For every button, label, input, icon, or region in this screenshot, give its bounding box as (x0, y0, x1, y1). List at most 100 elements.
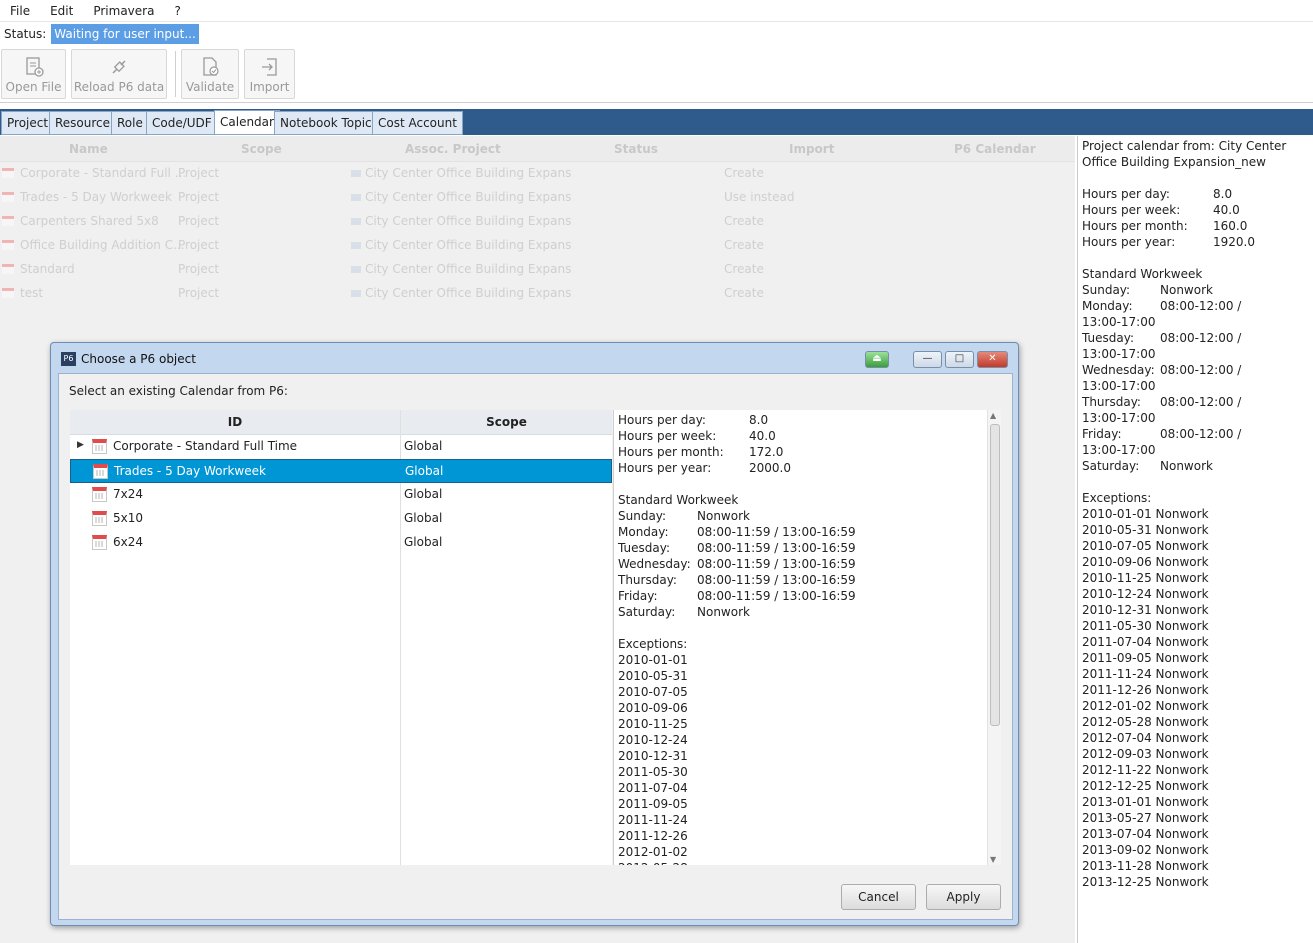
choose-p6-object-dialog: P6 Choose a P6 object ⏏ — □ ✕ Select an … (50, 342, 1019, 926)
menu-primavera[interactable]: Primavera (83, 4, 164, 18)
exception-item: 2011-05-30 Nonwork (1082, 619, 1209, 633)
calendar-icon (92, 511, 107, 526)
row-import: Create (724, 286, 764, 300)
dialog-body: Select an existing Calendar from P6: ID … (58, 373, 1013, 920)
row-scope: Global (404, 487, 443, 501)
exception-item: 2010-11-25 (618, 717, 688, 731)
row-project: City Center Office Building Expans (365, 262, 572, 276)
workweek-row: Friday: 08:00-12:00 / (1082, 427, 1242, 441)
reload-p6-button[interactable]: Reload P6 data (71, 49, 167, 99)
hours-row: Hours per day: 8.0 (618, 413, 769, 427)
exceptions-title: Exceptions: (1082, 491, 1152, 505)
detail-scrollbar[interactable]: ▲ ▼ (987, 410, 1001, 865)
grid-header: Name Scope Assoc. Project Status Import … (0, 136, 1075, 162)
validate-button[interactable]: Validate (181, 49, 239, 99)
row-import: Create (724, 238, 764, 252)
row-scope: Project (178, 238, 220, 252)
validate-label: Validate (185, 80, 235, 94)
menu-bar: File Edit Primavera ? (0, 0, 1313, 22)
project-calendar-panel: Project calendar from: City Center Offic… (1077, 136, 1313, 943)
row-name: Carpenters Shared 5x8 (20, 214, 159, 228)
workweek-cont: 13:00-17:00 (1082, 411, 1156, 425)
scroll-down-icon[interactable]: ▼ (990, 855, 996, 864)
minimize-button[interactable]: — (913, 351, 942, 368)
workweek-title: Standard Workweek (1082, 267, 1203, 281)
calendar-icon (92, 487, 107, 502)
expand-arrow-icon[interactable]: ▶ (77, 440, 84, 450)
workweek-title: Standard Workweek (618, 493, 739, 507)
tree-row-7x24[interactable]: 7x24 Global (70, 483, 612, 507)
panel-title-line1: Project calendar from: City Center (1082, 139, 1287, 153)
exception-item: 2010-09-06 Nonwork (1082, 555, 1209, 569)
col-scope-header[interactable]: Scope (401, 415, 612, 429)
table-row: test Project City Center Office Building… (0, 282, 1075, 306)
exceptions-title: Exceptions: (618, 637, 688, 651)
tab-code-udf[interactable]: Code/UDF (146, 111, 218, 135)
row-project: City Center Office Building Expans (365, 214, 572, 228)
table-row: Carpenters Shared 5x8 Project City Cente… (0, 210, 1075, 234)
workweek-row: Saturday: Nonwork (1082, 459, 1213, 473)
tree-row-corporate[interactable]: ▶ Corporate - Standard Full Time Global (70, 435, 612, 459)
tab-project[interactable]: Project (1, 111, 55, 135)
exception-item: 2013-01-01 Nonwork (1082, 795, 1209, 809)
folder-icon (351, 194, 361, 201)
exception-item: 2010-05-31 Nonwork (1082, 523, 1209, 537)
tree-row-trades[interactable]: Trades - 5 Day Workweek Global (70, 459, 612, 483)
tab-calendar[interactable]: Calendar (214, 110, 280, 135)
scroll-up-icon[interactable]: ▲ (990, 411, 996, 420)
maximize-button[interactable]: □ (945, 351, 974, 368)
import-button[interactable]: Import (244, 49, 295, 99)
exception-item: 2012-11-22 Nonwork (1082, 763, 1209, 777)
row-scope: Global (405, 464, 444, 478)
workweek-row: Monday: 08:00-11:59 / 13:00-16:59 (618, 525, 856, 539)
close-button[interactable]: ✕ (977, 351, 1008, 368)
col-id-header[interactable]: ID (70, 415, 400, 429)
exception-item: 2012-01-02 (618, 845, 688, 859)
dialog-titlebar[interactable]: P6 Choose a P6 object ⏏ — □ ✕ (51, 343, 1018, 373)
print-icon[interactable]: ⏏ (865, 351, 889, 368)
toolbar: Open File Reload P6 data Validate Import (0, 45, 1313, 103)
exception-item: 2011-12-26 (618, 829, 688, 843)
row-scope: Global (404, 439, 443, 453)
hours-row: Hours per year: 1920.0 (1082, 235, 1255, 249)
menu-edit[interactable]: Edit (40, 4, 83, 18)
row-name: test (20, 286, 44, 300)
tab-cost-account[interactable]: Cost Account (372, 111, 463, 135)
exception-item: 2010-11-25 Nonwork (1082, 571, 1209, 585)
exception-item: 2012-12-25 Nonwork (1082, 779, 1209, 793)
tree-row-5x10[interactable]: 5x10 Global (70, 507, 612, 531)
row-project: City Center Office Building Expans (365, 166, 572, 180)
workweek-row: Tuesday: 08:00-12:00 / (1082, 331, 1242, 345)
menu-help[interactable]: ? (164, 4, 190, 18)
folder-icon (351, 170, 361, 177)
row-id: Trades - 5 Day Workweek (114, 464, 266, 478)
tab-resource[interactable]: Resource (49, 111, 117, 135)
col-assoc-project: Assoc. Project (405, 142, 501, 156)
scroll-thumb[interactable] (990, 424, 1000, 726)
table-row: Standard Project City Center Office Buil… (0, 258, 1075, 282)
exception-item: 2010-09-06 (618, 701, 688, 715)
tab-notebook-topic[interactable]: Notebook Topic (274, 111, 378, 135)
exception-item: 2011-09-05 Nonwork (1082, 651, 1209, 665)
tab-role[interactable]: Role (111, 111, 149, 135)
col-import: Import (789, 142, 835, 156)
row-scope: Global (404, 535, 443, 549)
workweek-row: Sunday: Nonwork (1082, 283, 1213, 297)
cancel-button[interactable]: Cancel (841, 884, 916, 910)
workweek-row: Sunday: Nonwork (618, 509, 750, 523)
row-scope: Project (178, 262, 220, 276)
exception-item: 2012-07-04 Nonwork (1082, 731, 1209, 745)
workweek-row: Monday: 08:00-12:00 / (1082, 299, 1242, 313)
row-name: Trades - 5 Day Workweek (20, 190, 172, 204)
exception-item: 2012-05-28 Nonwork (1082, 715, 1209, 729)
exceptions-list: 2010-01-01 2010-05-31 2010-07-05 2010-09-06… (618, 652, 997, 865)
open-file-button[interactable]: Open File (1, 49, 66, 99)
table-row: Corporate - Standard Full ... Project Ci… (0, 162, 1075, 186)
exception-item: 2011-07-04 (618, 781, 688, 795)
tree-row-6x24[interactable]: 6x24 Global (70, 531, 612, 555)
menu-file[interactable]: File (0, 4, 40, 18)
row-project: City Center Office Building Expans (365, 286, 572, 300)
row-import: Create (724, 214, 764, 228)
calendar-detail: Hours per day: 8.0 Hours per week: 40.0 Ho… (613, 410, 1001, 865)
apply-button[interactable]: Apply (926, 884, 1001, 910)
